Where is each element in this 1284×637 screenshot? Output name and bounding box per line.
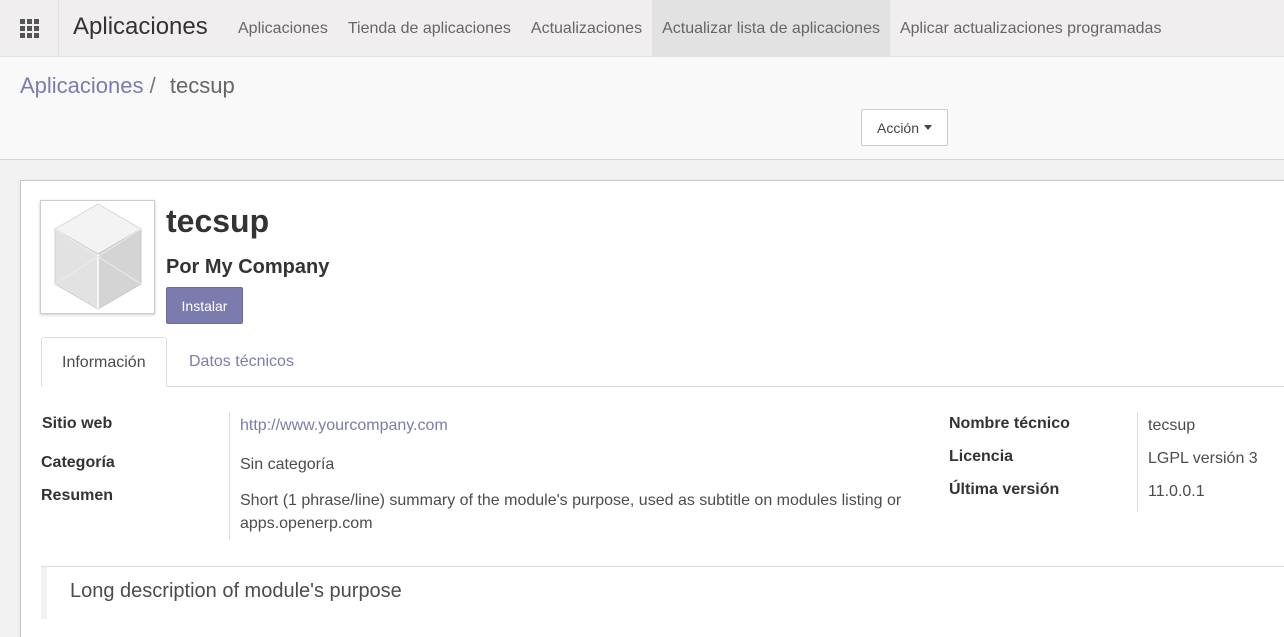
top-navbar: Aplicaciones Aplicaciones Tienda de apli… <box>0 0 1284 57</box>
website-link[interactable]: http://www.yourcompany.com <box>240 417 448 435</box>
technical-name-label: Nombre técnico <box>949 415 1070 432</box>
cube-icon <box>53 203 142 310</box>
website-label: Sitio web <box>42 415 113 432</box>
apps-menu-button[interactable] <box>0 0 59 57</box>
module-description: Long description of module's purpose <box>70 580 402 602</box>
menu-item-aplicar-actualizaciones[interactable]: Aplicar actualizaciones programadas <box>890 0 1171 57</box>
module-author: Por My Company <box>166 256 330 278</box>
menu-item-actualizaciones[interactable]: Actualizaciones <box>521 0 652 57</box>
right-column-divider <box>1137 412 1138 512</box>
apps-grid-icon <box>19 19 39 38</box>
license-value: LGPL versión 3 <box>1148 450 1258 467</box>
menu-item-actualizar-lista[interactable]: Actualizar lista de aplicaciones <box>652 0 890 57</box>
action-button-label: Acción <box>876 119 920 136</box>
tab-informacion[interactable]: Información <box>41 337 167 387</box>
menu-item-tienda[interactable]: Tienda de aplicaciones <box>338 0 521 57</box>
module-name: tecsup <box>166 203 270 239</box>
summary-label: Resumen <box>41 487 114 504</box>
summary-value: Short (1 phrase/line) summary of the mod… <box>240 492 902 532</box>
breadcrumb-separator: / <box>149 73 156 98</box>
module-icon <box>40 200 155 314</box>
left-column-divider <box>229 412 230 540</box>
breadcrumb: Aplicaciones / tecsup <box>20 73 235 99</box>
category-label: Categoría <box>41 454 115 471</box>
install-button[interactable]: Instalar <box>166 287 243 324</box>
menu-item-aplicaciones[interactable]: Aplicaciones <box>228 0 338 57</box>
license-label: Licencia <box>949 448 1014 465</box>
breadcrumb-current: tecsup <box>169 73 235 98</box>
app-brand-title: Aplicaciones <box>73 13 208 40</box>
form-sheet <box>20 180 1284 637</box>
technical-name-value: tecsup <box>1148 417 1196 434</box>
category-value: Sin categoría <box>240 456 335 473</box>
description-side-bar <box>41 567 47 619</box>
action-dropdown-button[interactable]: Acción <box>861 109 948 146</box>
version-value: 11.0.0.1 <box>1148 483 1205 500</box>
version-label: Última versión <box>949 481 1060 498</box>
description-divider <box>41 566 1284 567</box>
caret-down-icon <box>924 125 933 130</box>
breadcrumb-parent-link[interactable]: Aplicaciones <box>20 73 144 98</box>
tab-datos-tecnicos[interactable]: Datos técnicos <box>169 337 314 387</box>
top-menu: Aplicaciones Tienda de aplicaciones Actu… <box>228 0 1171 57</box>
